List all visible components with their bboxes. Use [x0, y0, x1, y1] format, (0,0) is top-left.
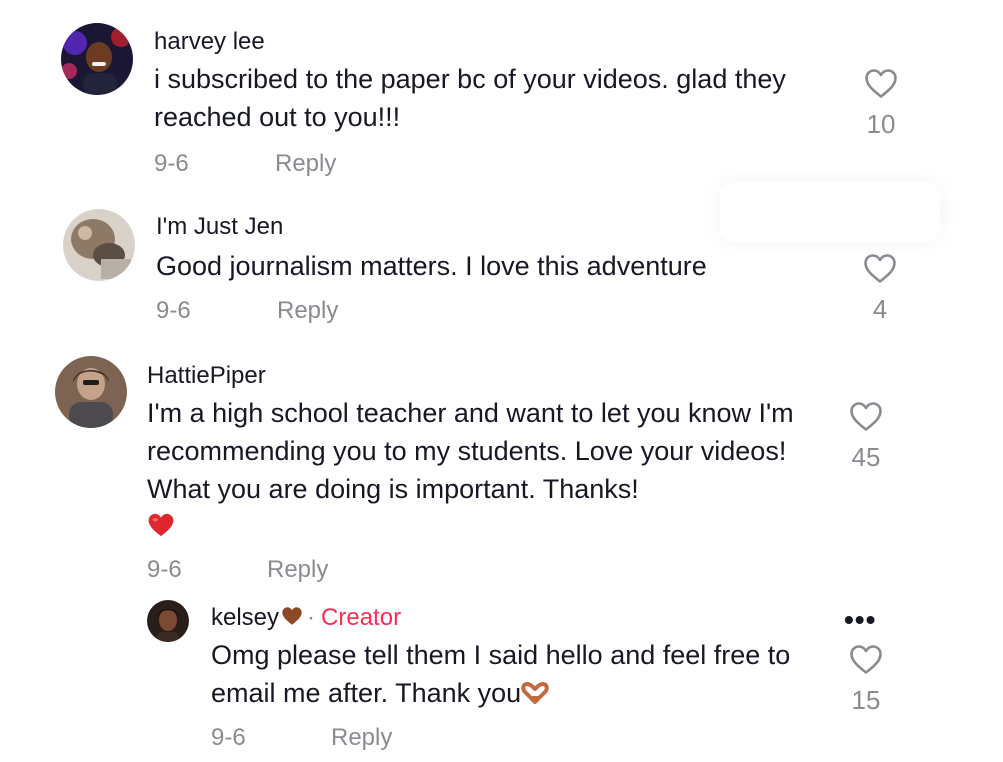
reply-username[interactable]: kelsey — [211, 604, 279, 631]
reply-text: Omg please tell them I said hello and fe… — [211, 636, 821, 714]
like-button[interactable]: 15 — [836, 644, 896, 716]
more-dots-icon[interactable]: ••• — [844, 606, 876, 634]
avatar[interactable] — [147, 600, 189, 642]
reply-date: 9-6 — [211, 724, 246, 751]
creator-badge: Creator — [321, 604, 402, 631]
separator-dot: · — [307, 604, 316, 631]
reply-item: kelsey · Creator ••• Omg please tell them… — [0, 0, 1003, 762]
heart-outline-icon — [850, 645, 882, 674]
reply-header: kelsey · Creator — [211, 604, 401, 633]
reply-button[interactable]: Reply — [331, 724, 392, 752]
brown-heart-emoji — [281, 605, 303, 633]
heart-hands-emoji — [521, 676, 549, 714]
like-count: 15 — [851, 685, 881, 715]
reply-text-content: Omg please tell them I said hello and fe… — [211, 640, 791, 708]
